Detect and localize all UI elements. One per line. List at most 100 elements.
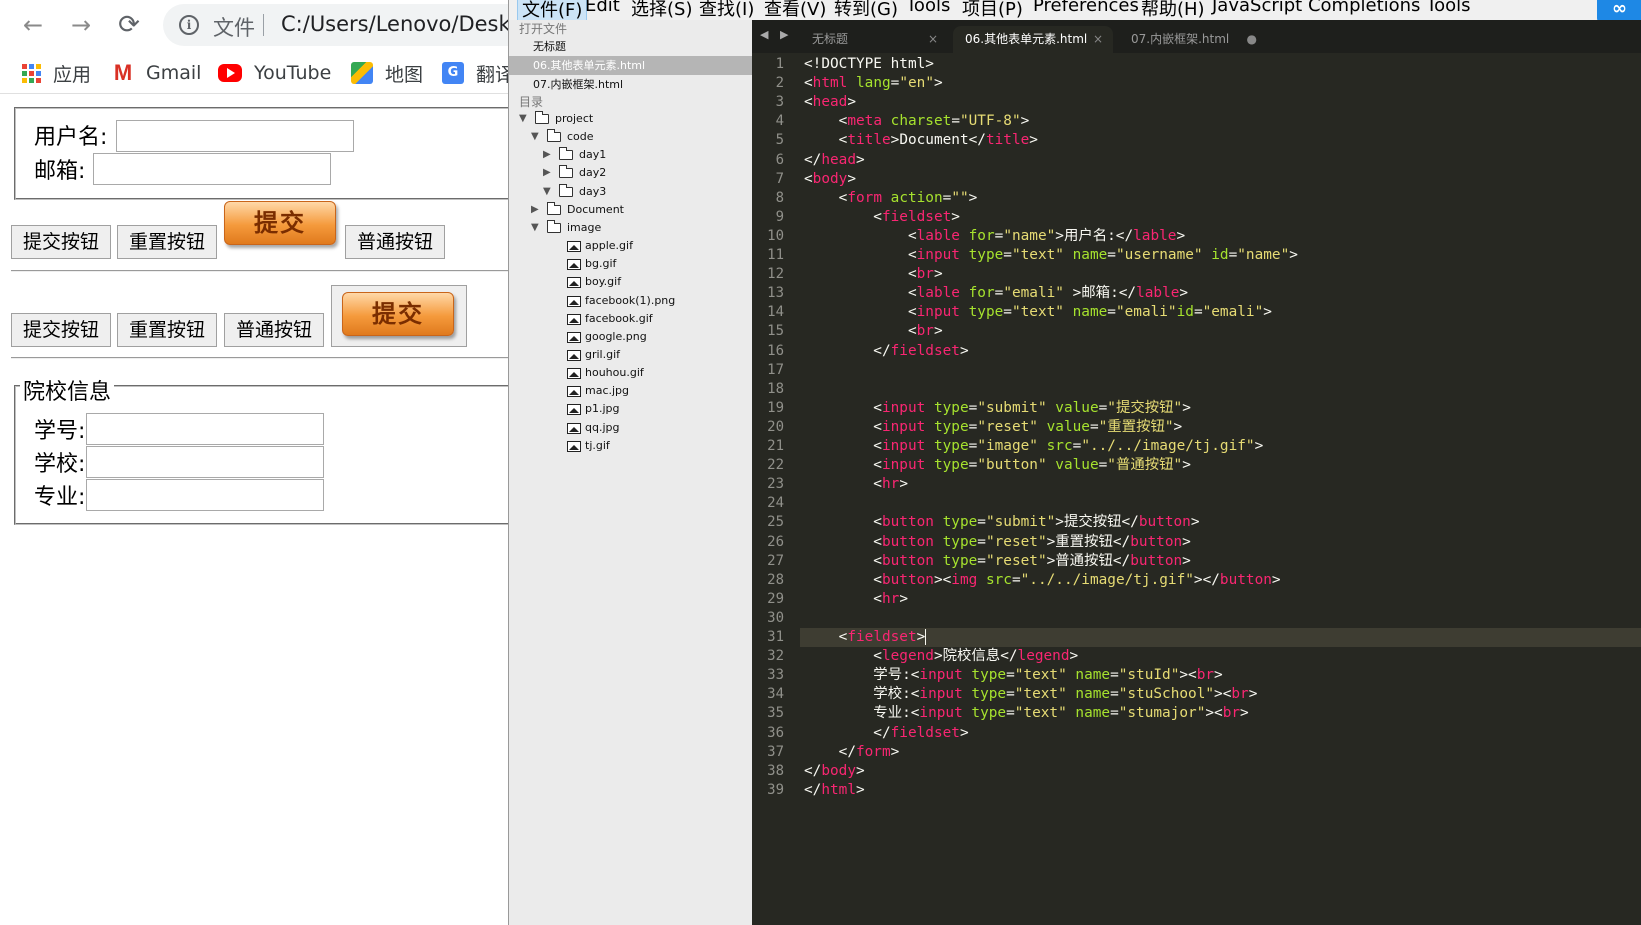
code-line[interactable]: <head>	[804, 93, 1641, 112]
file-item[interactable]: facebook.gif	[509, 310, 753, 328]
plain-button[interactable]: 普通按钮	[224, 313, 324, 347]
open-file-07[interactable]: 07.内嵌框架.html	[509, 75, 753, 94]
file-item[interactable]: google.png	[509, 328, 753, 346]
menu-item[interactable]: JavaScript Completions Tools	[1212, 0, 1471, 16]
bookmark-gmail[interactable]: M Gmail	[112, 58, 202, 88]
code-line[interactable]: <button type="reset">重置按钮</button>	[804, 533, 1641, 552]
tab-untitled[interactable]: 无标题 ×	[800, 26, 948, 53]
code-line[interactable]: 专业:<input type="text" name="stumajor"><b…	[804, 704, 1641, 723]
code-line[interactable]: </body>	[804, 762, 1641, 781]
dirty-dot-icon[interactable]: ●	[1247, 26, 1257, 53]
code-line[interactable]: <fieldset>	[804, 628, 1641, 647]
school-input[interactable]	[86, 446, 324, 478]
bookmark-maps[interactable]: 地图	[351, 58, 423, 88]
folder-item[interactable]: ▼ day3	[509, 183, 753, 201]
code-line[interactable]: <hr>	[804, 590, 1641, 609]
close-icon[interactable]: ×	[928, 26, 938, 53]
disclosure-open-icon[interactable]: ▼	[531, 219, 539, 237]
tab-06-form-elements[interactable]: 06.其他表单元素.html ×	[953, 26, 1113, 53]
tab-scroll-arrows-icon[interactable]: ◀ ▶	[760, 28, 792, 41]
open-file-untitled[interactable]: 无标题	[509, 37, 753, 56]
code-line[interactable]: 学校:<input type="text" name="stuSchool"><…	[804, 685, 1641, 704]
code-line[interactable]: </fieldset>	[804, 342, 1641, 361]
code-line[interactable]: <body>	[804, 170, 1641, 189]
file-item[interactable]: apple.gif	[509, 237, 753, 255]
folder-item[interactable]: ▼ project	[509, 110, 753, 128]
menu-item[interactable]: 转到(G)	[834, 0, 898, 21]
code-area[interactable]: <!DOCTYPE html> <html lang="en"> <head> <m…	[804, 53, 1641, 925]
tab-07-iframe[interactable]: 07.内嵌框架.html ●	[1119, 26, 1267, 53]
file-item[interactable]: houhou.gif	[509, 364, 753, 382]
code-line[interactable]	[804, 494, 1641, 513]
code-line[interactable]	[804, 380, 1641, 399]
file-item[interactable]: boy.gif	[509, 273, 753, 291]
forward-button[interactable]: →	[66, 10, 96, 40]
disclosure-open-icon[interactable]: ▼	[543, 183, 551, 201]
code-line[interactable]: <lable for="emali" >邮箱:</lable>	[804, 284, 1641, 303]
file-item[interactable]: bg.gif	[509, 255, 753, 273]
menu-item[interactable]: 查看(V)	[764, 0, 826, 21]
disclosure-open-icon[interactable]: ▼	[531, 128, 539, 146]
major-input[interactable]	[86, 479, 324, 511]
code-line[interactable]: <html lang="en">	[804, 74, 1641, 93]
menu-item[interactable]: Tools	[906, 0, 950, 16]
file-item[interactable]: facebook(1).png	[509, 292, 753, 310]
info-icon[interactable]: i	[179, 15, 199, 35]
code-line[interactable]	[804, 361, 1641, 380]
code-line[interactable]: <input type="button" value="普通按钮">	[804, 456, 1641, 475]
omnibox-url[interactable]: C:/Users/Lenovo/Desktop	[281, 12, 532, 36]
bookmark-translate[interactable]: G 翻译	[442, 58, 514, 88]
code-line[interactable]: </form>	[804, 743, 1641, 762]
code-line[interactable]: </head>	[804, 151, 1641, 170]
code-line[interactable]: <button><img src="../../image/tj.gif"></…	[804, 571, 1641, 590]
file-item[interactable]: mac.jpg	[509, 382, 753, 400]
code-line[interactable]: <form action="">	[804, 189, 1641, 208]
menu-item[interactable]: Preferences	[1033, 0, 1139, 16]
code-line[interactable]: </fieldset>	[804, 724, 1641, 743]
code-line[interactable]: <input type="submit" value="提交按钮">	[804, 399, 1641, 418]
code-line[interactable]: <!DOCTYPE html>	[804, 55, 1641, 74]
file-item[interactable]: qq.jpg	[509, 419, 753, 437]
code-line[interactable]: <br>	[804, 265, 1641, 284]
code-line[interactable]: <fieldset>	[804, 208, 1641, 227]
code-line[interactable]: <meta charset="UTF-8">	[804, 112, 1641, 131]
menu-item[interactable]: Edit	[585, 0, 620, 16]
submit-input-button[interactable]: 提交按钮	[11, 225, 111, 259]
bookmark-apps[interactable]: 应用	[22, 58, 91, 88]
folder-item[interactable]: ▶ Document	[509, 201, 753, 219]
folder-item[interactable]: ▼ image	[509, 219, 753, 237]
email-input[interactable]	[93, 153, 331, 185]
plain-input-button[interactable]: 普通按钮	[345, 225, 445, 259]
code-line[interactable]: <hr>	[804, 475, 1641, 494]
menu-item[interactable]: 帮助(H)	[1141, 0, 1205, 21]
omnibox[interactable]: i 文件 C:/Users/Lenovo/Desktop	[163, 4, 532, 46]
close-icon[interactable]: ×	[1093, 26, 1103, 53]
image-submit-button[interactable]: 提交	[224, 201, 336, 245]
code-line[interactable]: </html>	[804, 781, 1641, 800]
reload-button[interactable]: ⟳	[114, 10, 144, 40]
file-item[interactable]: tj.gif	[509, 437, 753, 455]
disclosure-closed-icon[interactable]: ▶	[543, 146, 551, 164]
reset-input-button[interactable]: 重置按钮	[117, 225, 217, 259]
username-input[interactable]	[116, 120, 354, 152]
disclosure-closed-icon[interactable]: ▶	[543, 164, 551, 182]
code-line[interactable]: 学号:<input type="text" name="stuId"><br>	[804, 666, 1641, 685]
open-file-06[interactable]: 06.其他表单元素.html	[509, 56, 753, 75]
image-button[interactable]: 提交	[331, 285, 467, 347]
code-line[interactable]: <br>	[804, 322, 1641, 341]
code-line[interactable]: <title>Document</title>	[804, 131, 1641, 150]
disclosure-closed-icon[interactable]: ▶	[531, 201, 539, 219]
reset-button[interactable]: 重置按钮	[117, 313, 217, 347]
code-line[interactable]: <input type="image" src="../../image/tj.…	[804, 437, 1641, 456]
menu-item[interactable]: 选择(S)	[631, 0, 692, 21]
folder-item[interactable]: ▶ day2	[509, 164, 753, 182]
submit-button[interactable]: 提交按钮	[11, 313, 111, 347]
code-line[interactable]: <input type="text" name="username" id="n…	[804, 246, 1641, 265]
disclosure-open-icon[interactable]: ▼	[519, 110, 527, 128]
file-item[interactable]: gril.gif	[509, 346, 753, 364]
code-line[interactable]: <input type="reset" value="重置按钮">	[804, 418, 1641, 437]
code-line[interactable]	[804, 609, 1641, 628]
code-line[interactable]: <button type="submit">提交按钮</button>	[804, 513, 1641, 532]
code-line[interactable]: <input type="text" name="emali"id="emali…	[804, 303, 1641, 322]
code-line[interactable]: <legend>院校信息</legend>	[804, 647, 1641, 666]
